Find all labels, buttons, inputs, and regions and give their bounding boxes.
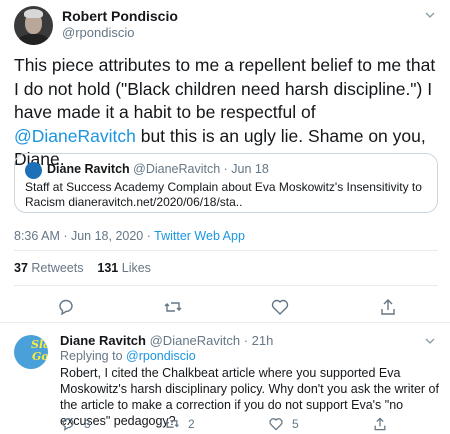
chevron-down-icon[interactable] <box>424 335 436 347</box>
reply-author-avatar[interactable]: Slay Go <box>14 335 48 369</box>
tweet-meta: 8:36 AM · Jun 18, 2020 · Twitter Web App <box>14 229 245 243</box>
mention-link[interactable]: @DianeRavitch <box>14 126 136 146</box>
quoted-text: Staff at Success Academy Complain about … <box>25 180 422 209</box>
chevron-down-icon[interactable] <box>424 9 436 21</box>
like-icon[interactable] <box>270 297 290 317</box>
divider <box>14 250 438 251</box>
quoted-author-name: Diane Ravitch <box>47 162 130 176</box>
tweet-actions <box>0 297 450 321</box>
source-link[interactable]: Twitter Web App <box>154 229 245 243</box>
reply-tweet[interactable]: Slay Go Diane Ravitch @DianeRavitch · 21… <box>0 322 450 434</box>
share-icon <box>374 417 386 431</box>
reply-icon <box>62 418 74 431</box>
author-handle[interactable]: @rpondiscio <box>62 25 134 40</box>
reply-icon[interactable] <box>56 297 76 317</box>
reply-meta[interactable]: @DianeRavitch · 21h <box>150 333 274 348</box>
reply-count: 3 <box>84 417 91 431</box>
like-count: 5 <box>292 417 299 431</box>
retweet-icon <box>165 420 179 428</box>
share-button[interactable] <box>372 416 388 432</box>
reply-actions: 3 2 5 <box>60 416 440 432</box>
replying-to: Replying to @rpondiscio <box>60 349 196 363</box>
reply-author-name[interactable]: Diane Ravitch <box>60 333 146 348</box>
author-name[interactable]: Robert Pondiscio <box>62 8 178 24</box>
likes-count[interactable]: 131 <box>97 261 118 275</box>
retweets-label[interactable]: Retweets <box>28 261 83 275</box>
author-avatar[interactable] <box>14 6 53 45</box>
like-icon <box>269 418 283 431</box>
main-tweet: Robert Pondiscio @rpondiscio This piece … <box>0 0 450 320</box>
likes-label[interactable]: Likes <box>118 261 151 275</box>
timestamp[interactable]: 8:36 AM · Jun 18, 2020 · <box>14 229 154 243</box>
divider <box>14 285 438 286</box>
retweet-icon[interactable] <box>163 297 183 317</box>
quoted-meta: @DianeRavitch · Jun 18 <box>133 162 269 176</box>
retweet-count: 2 <box>188 417 195 431</box>
retweets-count[interactable]: 37 <box>14 261 28 275</box>
quoted-tweet[interactable]: Diane Ravitch @DianeRavitch · Jun 18 Sta… <box>14 153 438 213</box>
tweet-stats: 37 Retweets 131 Likes <box>14 261 151 275</box>
replying-to-handle[interactable]: @rpondiscio <box>126 349 196 363</box>
share-icon[interactable] <box>378 297 398 317</box>
quoted-author-avatar <box>25 162 42 179</box>
